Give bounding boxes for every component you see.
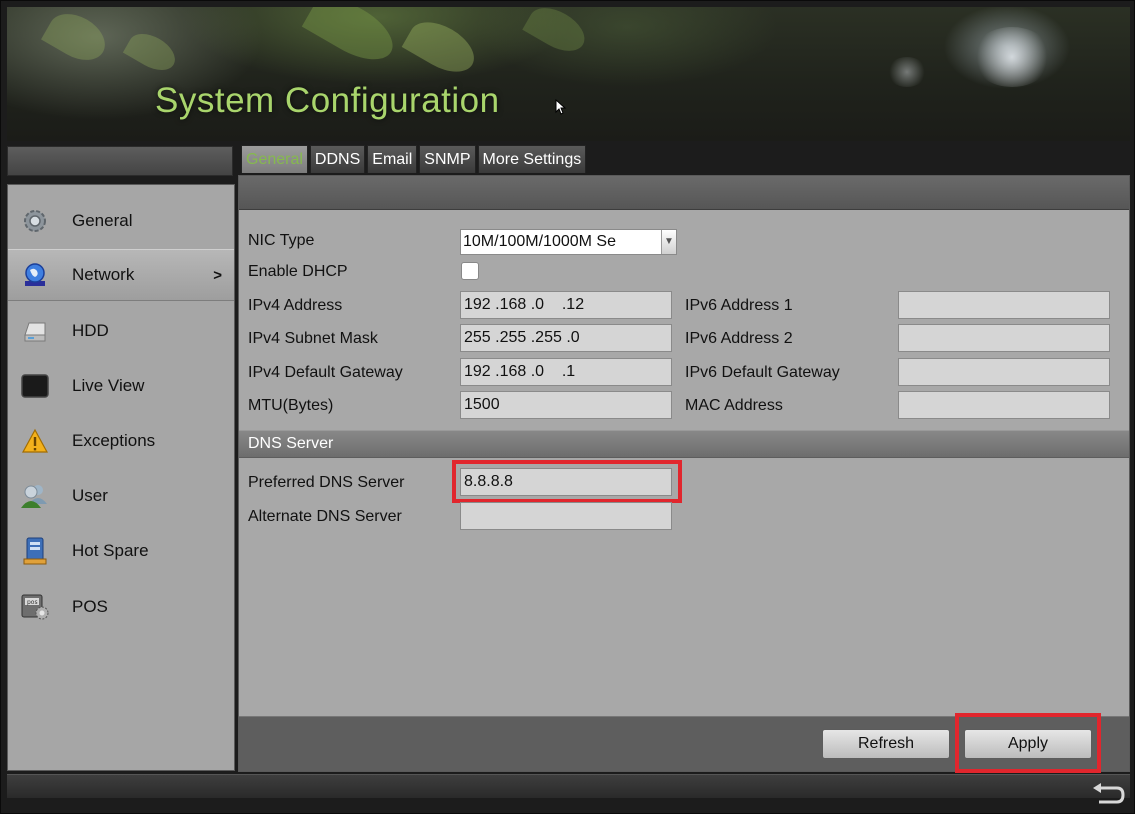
alternate-dns-label: Alternate DNS Server (248, 508, 402, 525)
content-header-bar (239, 176, 1129, 210)
sidebar-item-hdd[interactable]: HDD (8, 305, 234, 357)
dns-section-header: DNS Server (239, 430, 1129, 458)
ipv4-subnet-mask-field[interactable]: 255 .255 .255 .0 (460, 324, 672, 352)
sidebar-item-label: User (72, 486, 108, 505)
tab-more-settings[interactable]: More Settings (477, 145, 587, 173)
sidebar-header (7, 146, 233, 176)
sidebar-item-label: Live View (72, 376, 145, 395)
warning-icon (20, 427, 50, 455)
back-icon[interactable] (1091, 783, 1125, 807)
ipv6-default-gateway-field[interactable] (898, 358, 1110, 386)
ipv6-address-1-field[interactable] (898, 291, 1110, 319)
ipv6-default-gateway-label: IPv6 Default Gateway (685, 364, 840, 381)
user-icon (20, 482, 50, 510)
button-footer: Refresh Apply (239, 713, 1129, 773)
sidebar-item-label: Hot Spare (72, 541, 149, 560)
sidebar-item-pos[interactable]: pos POS (8, 581, 234, 633)
bottom-bar (7, 774, 1130, 798)
dvr-window: System Configuration General Network > H… (0, 0, 1135, 814)
sidebar-item-general[interactable]: General (8, 195, 234, 247)
network-settings-panel: NIC Type 10M/100M/1000M Se ▼ Enable DHCP… (238, 175, 1130, 773)
dns-section-title: DNS Server (248, 435, 334, 452)
sidebar-item-label: HDD (72, 321, 109, 340)
tab-bar: General DDNS Email SNMP More Settings (241, 145, 587, 173)
ipv4-address-label: IPv4 Address (248, 297, 343, 314)
sidebar-item-label: Network (72, 265, 135, 284)
ipv6-address-2-label: IPv6 Address 2 (685, 330, 793, 347)
hot-spare-icon (20, 537, 50, 565)
sidebar-item-label: Exceptions (72, 431, 156, 450)
chevron-right-icon: > (213, 266, 222, 284)
mouse-cursor-icon (555, 99, 567, 115)
monitor-icon (20, 372, 50, 400)
mtu-label: MTU(Bytes) (248, 397, 334, 414)
preferred-dns-label: Preferred DNS Server (248, 474, 405, 491)
ipv6-address-1-label: IPv6 Address 1 (685, 297, 793, 314)
sidebar-item-label: POS (72, 597, 108, 616)
ipv6-address-2-field[interactable] (898, 324, 1110, 352)
sidebar-item-user[interactable]: User (8, 470, 234, 522)
mac-address-field (898, 391, 1110, 419)
tab-ddns[interactable]: DDNS (309, 145, 366, 173)
nic-type-label: NIC Type (248, 232, 315, 249)
gear-icon (20, 207, 50, 235)
hdd-icon (20, 317, 50, 345)
alternate-dns-field[interactable] (460, 502, 672, 530)
nic-type-value: 10M/100M/1000M Se (463, 233, 616, 250)
tab-snmp[interactable]: SNMP (419, 145, 476, 173)
page-title: System Configuration (155, 81, 500, 120)
preferred-dns-highlight (452, 460, 682, 503)
header-banner: System Configuration (7, 7, 1130, 141)
ipv4-default-gateway-label: IPv4 Default Gateway (248, 364, 403, 381)
svg-text:pos: pos (27, 599, 38, 606)
sidebar-item-network[interactable]: Network > (8, 249, 234, 301)
refresh-button[interactable]: Refresh (822, 729, 950, 759)
sidebar: General Network > HDD Live View Exceptio… (7, 184, 235, 771)
apply-button-highlight (955, 713, 1101, 773)
ipv4-default-gateway-field[interactable]: 192 .168 .0 .1 (460, 358, 672, 386)
enable-dhcp-checkbox[interactable] (461, 262, 479, 280)
sidebar-item-label: General (72, 211, 133, 230)
mac-address-label: MAC Address (685, 397, 783, 414)
sidebar-item-exceptions[interactable]: Exceptions (8, 415, 234, 467)
ipv4-address-field[interactable]: 192 .168 .0 .12 (460, 291, 672, 319)
sidebar-item-live-view[interactable]: Live View (8, 360, 234, 412)
sidebar-item-hot-spare[interactable]: Hot Spare (8, 525, 234, 577)
enable-dhcp-label: Enable DHCP (248, 263, 348, 280)
pos-icon: pos (20, 593, 50, 621)
mtu-field[interactable]: 1500 (460, 391, 672, 419)
tab-email[interactable]: Email (367, 145, 418, 173)
ipv4-subnet-mask-label: IPv4 Subnet Mask (248, 330, 378, 347)
nic-type-select[interactable]: 10M/100M/1000M Se ▼ (460, 229, 677, 255)
tab-general[interactable]: General (241, 145, 308, 173)
globe-icon (20, 261, 50, 289)
chevron-down-icon[interactable]: ▼ (661, 230, 676, 254)
